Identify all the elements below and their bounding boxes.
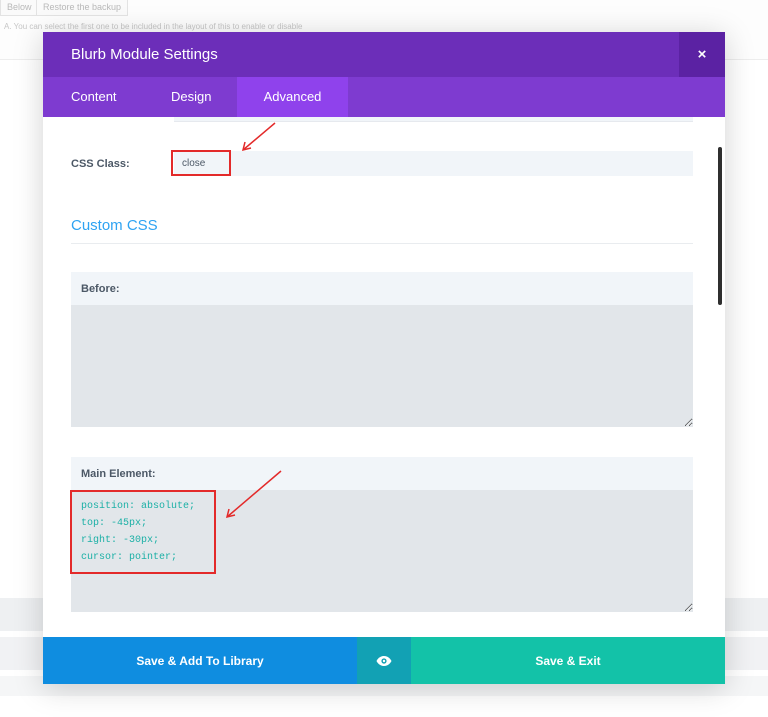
modal-title: Blurb Module Settings — [71, 46, 218, 63]
tab-design[interactable]: Design — [171, 77, 211, 117]
close-icon: × — [697, 46, 707, 63]
main-element-css-box: Main Element: — [71, 457, 693, 612]
settings-content: CSS Class: Custom CSS Before: Main Eleme… — [43, 117, 725, 637]
save-exit-button[interactable]: Save & Exit — [411, 637, 725, 684]
main-element-label: Main Element: — [81, 468, 156, 480]
previous-field-edge — [174, 117, 693, 122]
screen: Below Restore the backup A. You can sele… — [0, 0, 768, 717]
css-class-input[interactable] — [174, 151, 693, 176]
background-note: A. You can select the first one to be in… — [4, 22, 303, 31]
preview-button[interactable] — [357, 637, 411, 684]
close-button[interactable]: × — [679, 32, 725, 77]
module-settings-modal: Blurb Module Settings × Content Design A… — [43, 32, 725, 684]
modal-footer: Save & Add To Library Save & Exit — [43, 637, 725, 684]
settings-tabs: Content Design Advanced — [43, 77, 725, 117]
eye-icon — [376, 655, 392, 666]
background-button-below: Below — [0, 0, 39, 16]
background-button-restore: Restore the backup — [36, 0, 129, 16]
modal-header: Blurb Module Settings × — [43, 32, 725, 77]
before-css-textarea[interactable] — [71, 305, 693, 427]
main-element-css-textarea[interactable] — [71, 490, 693, 612]
tab-content[interactable]: Content — [71, 77, 117, 117]
before-css-box: Before: — [71, 272, 693, 427]
save-add-to-library-button[interactable]: Save & Add To Library — [43, 637, 357, 684]
tab-advanced[interactable]: Advanced — [237, 77, 348, 117]
arrow-icon — [241, 122, 276, 152]
css-class-label: CSS Class: — [71, 158, 130, 170]
before-label: Before: — [81, 283, 120, 295]
section-divider — [71, 243, 693, 244]
scrollbar[interactable] — [718, 147, 722, 305]
custom-css-title: Custom CSS — [71, 217, 158, 234]
